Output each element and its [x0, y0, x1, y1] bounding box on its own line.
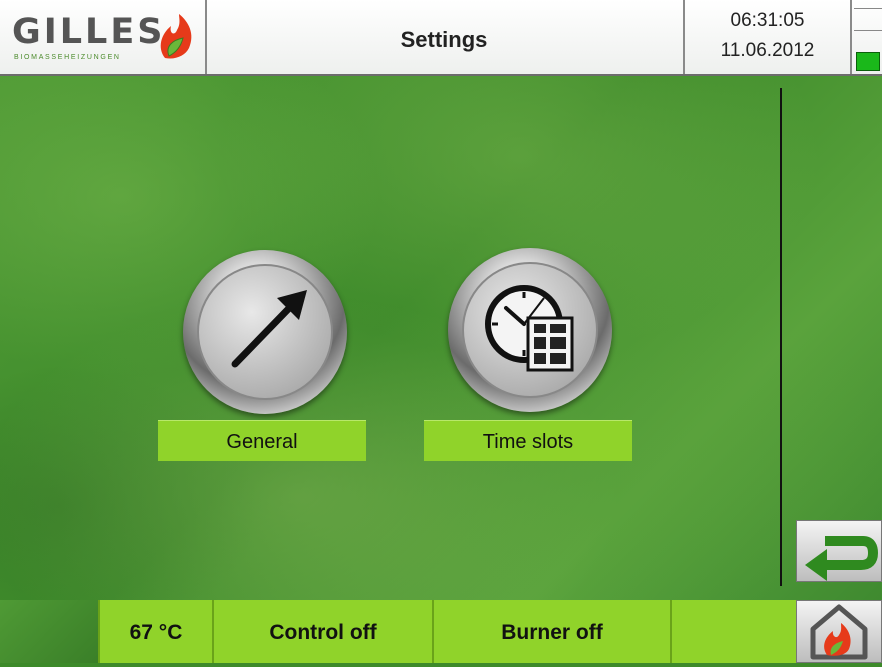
logo: GILLES BIOMASSEHEIZUNGEN: [0, 0, 207, 74]
burner-status: Burner off: [432, 600, 670, 663]
general-button[interactable]: [183, 250, 347, 414]
main-area: [0, 76, 882, 600]
header-bar: GILLES BIOMASSEHEIZUNGEN Settings 06:31:…: [0, 0, 882, 76]
clock: 06:31:05 11.06.2012: [683, 0, 852, 74]
vertical-divider: [780, 88, 782, 586]
signal-level-fill: [856, 52, 880, 71]
status-bar: 67 °C Control off Burner off: [0, 600, 882, 663]
flame-leaf-icon: [160, 14, 192, 59]
status-bar-spacer: [0, 600, 98, 663]
home-flame-icon: [810, 604, 868, 660]
logo-subtitle: BIOMASSEHEIZUNGEN: [14, 54, 121, 61]
signal-indicator: [850, 0, 882, 74]
time-display: 06:31:05: [730, 10, 805, 31]
home-button[interactable]: [796, 600, 882, 663]
control-status: Control off: [212, 600, 432, 663]
time-slots-button[interactable]: [448, 248, 612, 412]
page-title: Settings: [400, 27, 488, 52]
clock-window-icon: [485, 285, 574, 372]
logo-text: GILLES: [12, 12, 166, 52]
general-label[interactable]: General: [158, 420, 366, 461]
back-arrow-icon: [805, 536, 879, 581]
date-display: 11.06.2012: [720, 40, 815, 61]
back-button[interactable]: [796, 520, 882, 582]
signal-bar-divider: [854, 30, 882, 31]
extra-status: [670, 600, 796, 663]
arrow-icon: [231, 290, 307, 368]
signal-bar-divider: [854, 8, 882, 9]
time-slots-label[interactable]: Time slots: [424, 420, 632, 461]
temperature-status: 67 °C: [98, 600, 212, 663]
